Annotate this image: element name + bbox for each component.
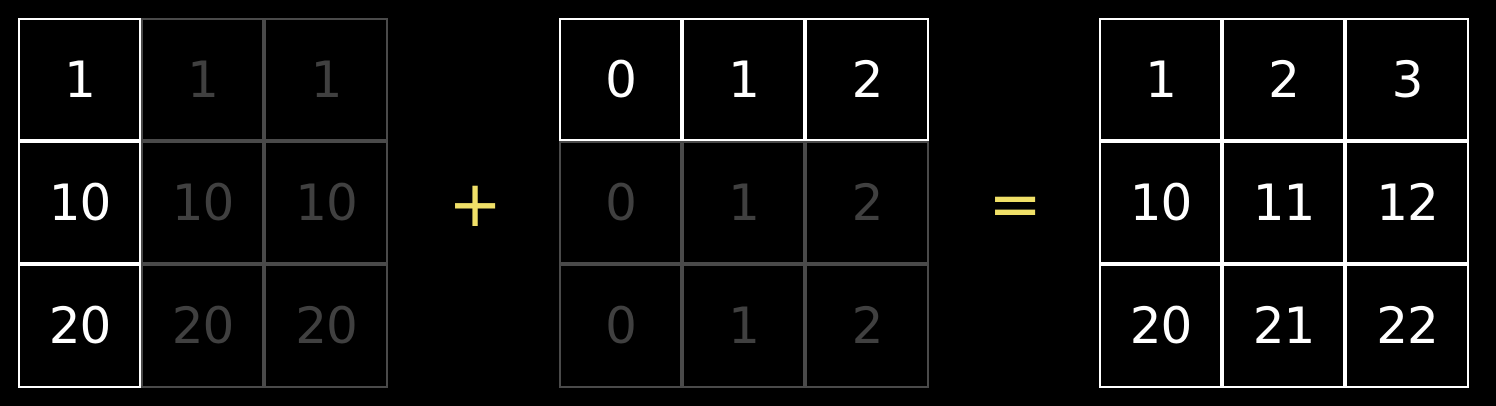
matrix-cell: 21 [1222,264,1345,388]
matrix-cell: 1 [682,18,805,141]
plus-operator: + [448,168,502,242]
matrix-cell: 10 [18,141,141,264]
matrix-cell: 1 [682,141,805,264]
matrix-cell: 12 [1345,141,1469,264]
matrix-cell: 11 [1222,141,1345,264]
matrix-cell: 10 [264,141,388,264]
result-matrix: 1 2 3 10 11 12 20 21 22 [1099,18,1469,388]
matrix-cell: 2 [1222,18,1345,141]
matrix-cell: 10 [1099,141,1222,264]
matrix-cell: 0 [559,18,682,141]
equals-operator: = [988,168,1042,242]
matrix-cell: 1 [141,18,264,141]
matrix-cell: 2 [805,264,929,388]
matrix-cell: 22 [1345,264,1469,388]
matrix-cell: 1 [682,264,805,388]
column-vector-matrix: 1 1 10 10 20 20 1 10 20 [18,18,388,388]
matrix-cell: 2 [805,141,929,264]
row-vector-matrix: 012012012 [559,18,929,388]
matrix-cell: 1 [1099,18,1222,141]
matrix-cell: 3 [1345,18,1469,141]
matrix-cell: 20 [141,264,264,388]
matrix-cell: 0 [559,141,682,264]
matrix-cell: 1 [18,18,141,141]
matrix-cell: 2 [805,18,929,141]
matrix-cell: 0 [559,264,682,388]
matrix-cell: 1 [264,18,388,141]
matrix-cell: 10 [141,141,264,264]
matrix-cell: 20 [264,264,388,388]
matrix-cell: 20 [1099,264,1222,388]
matrix-cell: 20 [18,264,141,388]
